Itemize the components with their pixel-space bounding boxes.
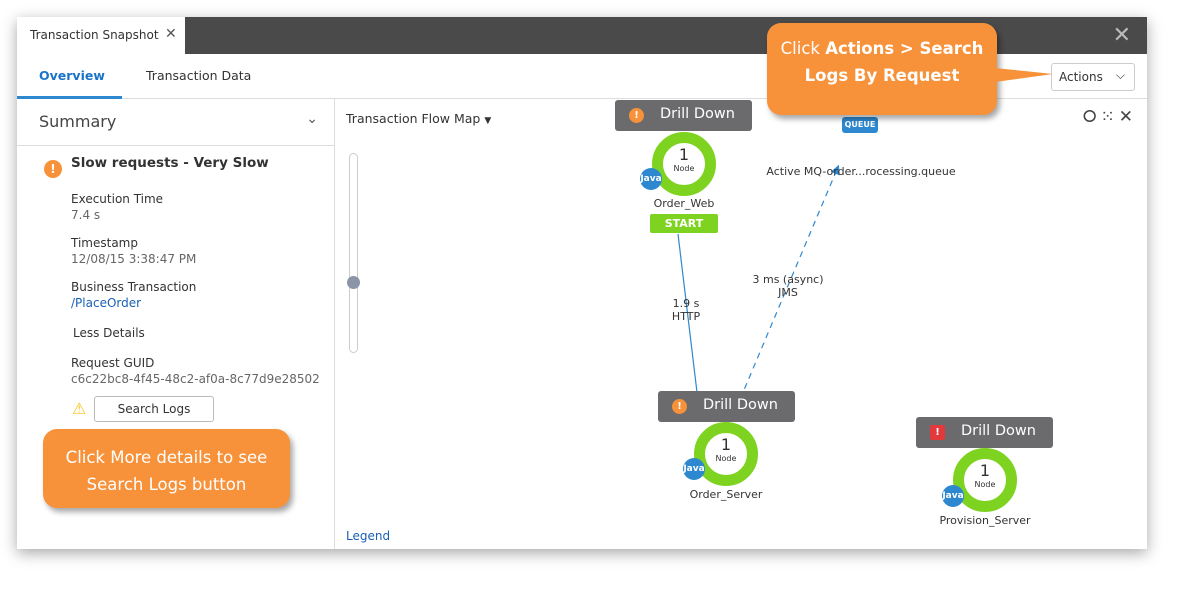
java-badge: Java (640, 168, 662, 190)
warning-icon: ! (672, 399, 687, 414)
business-transaction-label: Business Transaction (71, 280, 197, 294)
chevron-down-icon: ⌄ (306, 111, 318, 127)
queue-icon[interactable]: QUEUE (842, 117, 878, 133)
tab-transaction-data[interactable]: Transaction Data (146, 68, 251, 83)
node-name: Provision_Server (939, 514, 1031, 527)
edge-jms-label: 3 ms (async) JMS (752, 273, 824, 299)
warning-icon: ! (629, 108, 644, 123)
tab-close-icon[interactable]: ✕ (165, 26, 177, 42)
edge-http-label: 1.9 s HTTP (671, 297, 701, 323)
tab-overview[interactable]: Overview (39, 68, 105, 83)
timestamp-label: Timestamp (71, 236, 138, 250)
details-callout: Click More details to see Search Logs bu… (43, 429, 290, 508)
start-badge: START (650, 214, 718, 233)
transaction-flow-map: Transaction Flow Map ▼ ⭘⁙✕ 1.9 s HTTP 3 m… (336, 99, 1147, 549)
tab-transaction-snapshot[interactable]: Transaction Snapshot ✕ (17, 17, 185, 54)
callout-pointer (995, 68, 1053, 82)
node-order-web[interactable]: 1 Node (652, 132, 716, 196)
alert-title: Slow requests - Very Slow (71, 155, 269, 171)
search-logs-button[interactable]: Search Logs (94, 396, 214, 422)
business-transaction-link[interactable]: /PlaceOrder (71, 296, 141, 310)
tab-title: Transaction Snapshot (30, 28, 159, 42)
node-name: Order_Server (689, 488, 763, 501)
node-name: Order_Web (653, 197, 715, 210)
request-guid-label: Request GUID (71, 356, 155, 370)
drill-down-button[interactable]: ! Drill Down (658, 391, 795, 422)
drill-down-button[interactable]: ! Drill Down (615, 100, 752, 131)
caution-icon: ⚠ (72, 399, 87, 418)
java-badge: Java (942, 485, 964, 507)
chevron-down-icon: ⌵ (1115, 68, 1125, 82)
less-details-link[interactable]: Less Details (73, 326, 145, 340)
summary-header[interactable]: Summary ⌄ (17, 99, 334, 146)
warning-icon: ! (44, 160, 62, 178)
node-order-server[interactable]: 1 Node (694, 422, 758, 486)
java-badge: Java (683, 458, 705, 480)
drill-down-button[interactable]: ! Drill Down (916, 417, 1053, 448)
summary-title: Summary (39, 112, 117, 131)
request-guid-value: c6c22bc8-4f45-48c2-af0a-8c77d9e28502 (71, 372, 320, 386)
timestamp-value: 12/08/15 3:38:47 PM (71, 252, 197, 266)
error-icon: ! (930, 425, 945, 440)
legend-link[interactable]: Legend (346, 529, 390, 543)
queue-name: Active MQ-order...rocessing.queue (766, 165, 956, 178)
execution-time-value: 7.4 s (71, 208, 101, 222)
execution-time-label: Execution Time (71, 192, 164, 206)
actions-dropdown[interactable]: Actions ⌵ (1051, 63, 1135, 91)
window-close-icon[interactable]: ✕ (1113, 23, 1131, 48)
actions-callout: Click Actions > Search Logs By Request (767, 23, 997, 115)
node-provision-server[interactable]: 1 Node (953, 448, 1017, 512)
actions-label: Actions (1059, 70, 1103, 84)
